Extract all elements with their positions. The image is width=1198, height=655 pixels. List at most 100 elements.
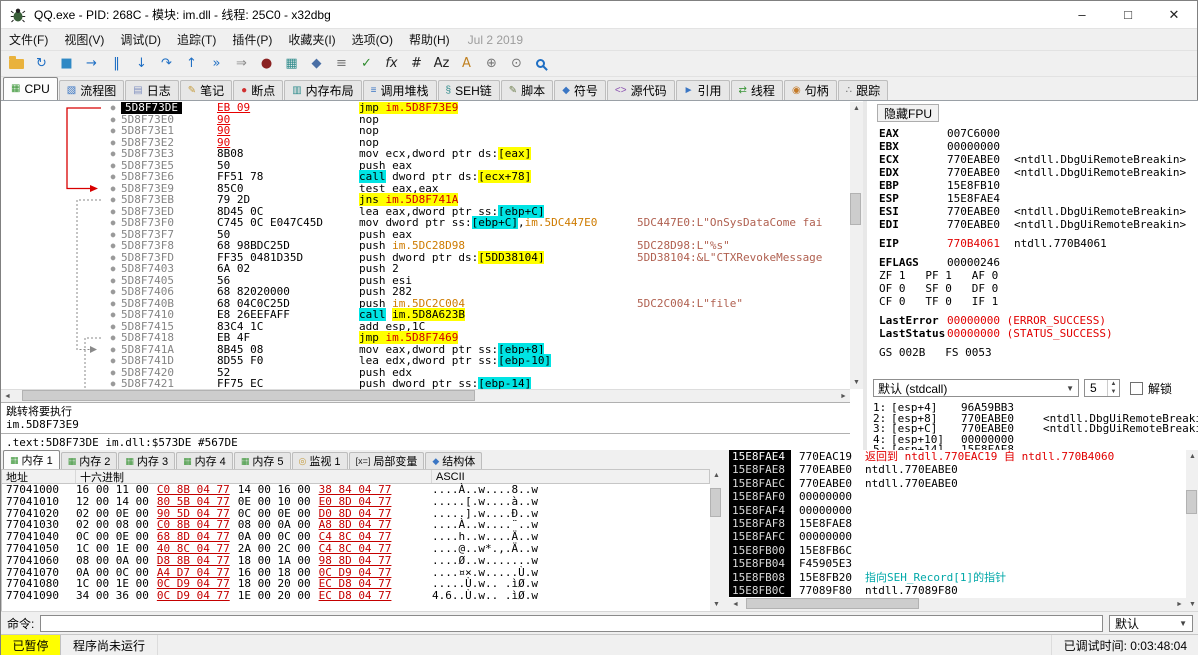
graph-button[interactable]: ◆ [304,53,329,75]
register-row[interactable]: EDX770EABE0<ntdll.DbgUiRemoteBreakin> [879,166,1197,179]
scroll-thumb[interactable] [850,193,861,224]
tab-threads[interactable]: ⇄线程 [731,80,783,100]
tab-memory-3[interactable]: ▦内存 3 [118,452,175,469]
scroll-thumb[interactable] [22,390,475,401]
disasm-vertical-scrollbar[interactable]: ▲ ▼ [850,102,863,389]
tab-locals[interactable]: [x=]局部变量 [349,452,425,469]
command-input[interactable] [40,615,1103,632]
stack-row[interactable]: 15E8FAF400000000 [729,504,1186,517]
register-row[interactable]: ECX770EABE0<ntdll.DbgUiRemoteBreakin> [879,153,1197,166]
scroll-track[interactable] [850,115,863,376]
register-row[interactable]: EBX00000000 [879,140,1197,153]
register-row[interactable]: EBP15E8FB10 [879,179,1197,192]
stepper-down-icon[interactable]: ▼ [1108,388,1119,396]
register-row[interactable]: EAX007C6000 [879,127,1197,140]
tab-memory-4[interactable]: ▦内存 4 [176,452,233,469]
label-button[interactable]: ✓ [354,53,379,75]
menu-item[interactable]: 文件(F) [1,29,56,51]
tab-breakpoints[interactable]: ●断点 [233,80,283,100]
command-syntax-select[interactable]: 默认 ▼ [1109,615,1193,632]
register-row[interactable]: ZF 1 PF 1 AF 0 [879,269,1197,282]
menu-item[interactable]: 帮助(H) [401,29,458,51]
scroll-down-arrow-icon[interactable]: ▼ [710,598,723,611]
dump-row[interactable]: 7704109034 00 36 000C D9 04 771E 00 20 0… [2,590,710,602]
argument-count-stepper[interactable]: 5 ▲▼ [1084,379,1120,397]
tab-memory-1[interactable]: ▦内存 1 [3,450,60,469]
tab-symbols[interactable]: ◆符号 [554,80,606,100]
run-button[interactable]: → [79,53,104,75]
unlock-checkbox[interactable] [1130,382,1143,395]
highlight-button[interactable]: A [454,53,479,75]
calling-convention-select[interactable]: 默认 (stdcall) ▼ [873,379,1079,397]
register-row[interactable]: LastError00000000 (ERROR_SUCCESS) [879,314,1197,327]
scroll-track[interactable] [742,598,1173,611]
scroll-up-arrow-icon[interactable]: ▲ [710,469,723,482]
close-button[interactable]: ✕ [1151,1,1197,28]
stack-vertical-scrollbar[interactable]: ▲ ▼ [1186,450,1198,611]
tab-handles[interactable]: ◉句柄 [784,80,837,100]
register-row[interactable]: CF 0 TF 0 IF 1 [879,295,1197,308]
az-button[interactable]: Az [429,53,454,75]
function-button[interactable]: fx [379,53,404,75]
tab-script[interactable]: ✎脚本 [501,80,553,100]
stack-row[interactable]: 15E8FAE8770EABE0ntdll.770EABE0 [729,463,1186,476]
menu-item[interactable]: 选项(O) [344,29,401,51]
stack-row[interactable]: 15E8FB04F45905E3 [729,557,1186,570]
animate-button[interactable]: ⇒ [229,53,254,75]
menu-item[interactable]: 调试(D) [112,29,169,51]
tab-trace[interactable]: ∴跟踪 [838,80,888,100]
dump-row[interactable]: 7704106008 00 0A 00D8 8B 04 7718 00 1A 0… [2,555,710,567]
stack-row[interactable]: 15E8FAFC00000000 [729,530,1186,543]
scroll-thumb[interactable] [746,598,918,609]
comment-button[interactable]: ≡ [329,53,354,75]
pause-button[interactable]: ‖ [104,53,129,75]
favorites-button[interactable]: ⊙ [504,53,529,75]
tab-log[interactable]: ▤日志 [125,80,178,100]
stack-row[interactable]: 15E8FAF000000000 [729,490,1186,503]
scroll-track[interactable] [710,482,723,598]
tab-struct[interactable]: ◆结构体 [425,452,482,469]
breakpoint-button[interactable]: ● [254,53,279,75]
search-button[interactable] [529,53,554,75]
step-out-button[interactable]: ↑ [179,53,204,75]
menu-item[interactable]: 插件(P) [224,29,280,51]
tab-source[interactable]: <>源代码 [607,80,675,100]
dump-header-address[interactable]: 地址 [2,470,76,483]
scroll-track[interactable] [14,390,837,402]
register-row[interactable]: EDI770EABE0<ntdll.DbgUiRemoteBreakin> [879,218,1197,231]
tab-seh[interactable]: §SEH链 [438,80,500,100]
scroll-up-arrow-icon[interactable]: ▲ [1186,450,1198,463]
restart-button[interactable]: ↻ [29,53,54,75]
memory-map-button[interactable]: ▦ [279,53,304,75]
tab-memory-map[interactable]: ▥内存布局 [284,80,361,100]
dump-header-ascii[interactable]: ASCII [432,470,709,483]
skip-button[interactable]: » [204,53,229,75]
stack-row[interactable]: 15E8FB0815E8FB20指向SEH_Record[1]的指针 [729,571,1186,584]
disasm-horizontal-scrollbar[interactable]: ◄ ► [1,389,850,402]
scroll-thumb[interactable] [1186,490,1197,514]
dump-header-hex[interactable]: 十六进制 [76,470,432,483]
tab-watch-1[interactable]: ◎监视 1 [292,452,348,469]
disasm-row[interactable]: ●5D8F7421FF75 ECpush dword ptr ss:[ebp-1… [105,378,850,389]
tab-memory-5[interactable]: ▦内存 5 [234,452,291,469]
register-row[interactable]: GS 002B FS 0053 [879,346,1197,359]
stack-row[interactable]: 15E8FB0C77089F80ntdll.77089F80 [729,584,1186,597]
register-row[interactable]: ESI770EABE0<ntdll.DbgUiRemoteBreakin> [879,205,1197,218]
step-over-button[interactable]: ↷ [154,53,179,75]
stepper-arrows[interactable]: ▲▼ [1107,380,1119,396]
tab-memory-2[interactable]: ▦内存 2 [61,452,118,469]
scroll-up-arrow-icon[interactable]: ▲ [850,102,863,115]
register-row[interactable]: LastStatus00000000 (STATUS_SUCCESS) [879,327,1197,340]
scroll-thumb[interactable] [710,488,721,517]
tab-graph[interactable]: ▧流程图 [59,80,124,100]
settings-button[interactable]: ⊕ [479,53,504,75]
tab-cpu[interactable]: ▦CPU [3,77,58,100]
menu-item[interactable]: 追踪(T) [169,29,224,51]
scroll-left-arrow-icon[interactable]: ◄ [729,598,742,611]
dump-vertical-scrollbar[interactable]: ▲ ▼ [710,469,723,611]
maximize-button[interactable]: □ [1105,1,1151,28]
stack-horizontal-scrollbar[interactable]: ◄ ► [729,598,1186,611]
scroll-down-arrow-icon[interactable]: ▼ [850,376,863,389]
hide-fpu-button[interactable]: 隐藏FPU [877,104,939,122]
hash-button[interactable]: # [404,53,429,75]
